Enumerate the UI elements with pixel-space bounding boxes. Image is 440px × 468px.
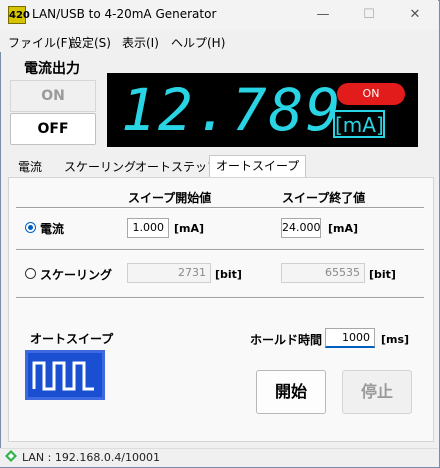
hold-time-input[interactable]: 1000 [325, 328, 375, 348]
current-end-input[interactable]: 24.000 [281, 218, 321, 238]
radio-selected-dot [28, 225, 33, 230]
sweep-start-header: スイープ開始値 [128, 191, 212, 205]
maximize-button[interactable]: ☐ [346, 0, 392, 30]
menu-settings[interactable]: 設定(S) [70, 34, 111, 51]
menu-file[interactable]: ファイル(F) [8, 34, 72, 51]
output-unit: [mA] [333, 110, 385, 138]
divider [16, 249, 424, 251]
output-section-title: 電流出力 [24, 61, 80, 77]
scaling-end-input[interactable]: 65535 [281, 263, 365, 283]
tab-auto-sweep[interactable]: オートスイープ [209, 155, 307, 177]
connection-icon [5, 450, 17, 462]
hold-time-unit: [ms] [381, 333, 410, 346]
scaling-end-unit: [bit] [369, 268, 396, 281]
off-button[interactable]: OFF [10, 113, 96, 145]
hold-time-label: ホールド時間 [250, 333, 323, 347]
stop-button[interactable]: 停止 [342, 370, 412, 414]
current-start-input[interactable]: 1.000 [127, 218, 169, 238]
scaling-start-input[interactable]: 2731 [127, 263, 211, 283]
current-start-unit: [mA] [174, 222, 205, 235]
menu-help[interactable]: ヘルプ(H) [171, 34, 225, 51]
window-title: LAN/USB to 4-20mA Generator [32, 7, 217, 21]
output-display: 12.789 ON [mA] [107, 73, 418, 147]
divider [16, 207, 424, 209]
current-label: 電流 [40, 222, 65, 236]
square-wave-icon [32, 361, 94, 391]
auto-sweep-label: オートスイープ [30, 332, 114, 346]
on-button[interactable]: ON [10, 80, 96, 112]
output-state-badge: ON [337, 83, 405, 105]
close-button[interactable]: ✕ [392, 0, 438, 30]
scaling-label: スケーリング [40, 268, 113, 282]
menu-view[interactable]: 表示(I) [122, 34, 159, 51]
tab-current[interactable]: 電流 [12, 157, 48, 178]
app-icon: 420 [8, 6, 30, 24]
sweep-waveform-icon [25, 350, 105, 400]
divider [16, 297, 424, 299]
network-status-icon [5, 450, 17, 462]
connection-status: LAN : 192.168.0.4/10001 [22, 451, 161, 464]
sweep-end-header: スイープ終了値 [282, 191, 366, 205]
current-radio[interactable] [25, 222, 36, 233]
minimize-button[interactable]: — [300, 0, 346, 30]
scaling-start-unit: [bit] [215, 268, 242, 281]
current-end-unit: [mA] [328, 222, 359, 235]
output-value: 12.789 [121, 76, 343, 144]
scaling-radio[interactable] [25, 268, 36, 279]
start-button[interactable]: 開始 [256, 370, 326, 414]
